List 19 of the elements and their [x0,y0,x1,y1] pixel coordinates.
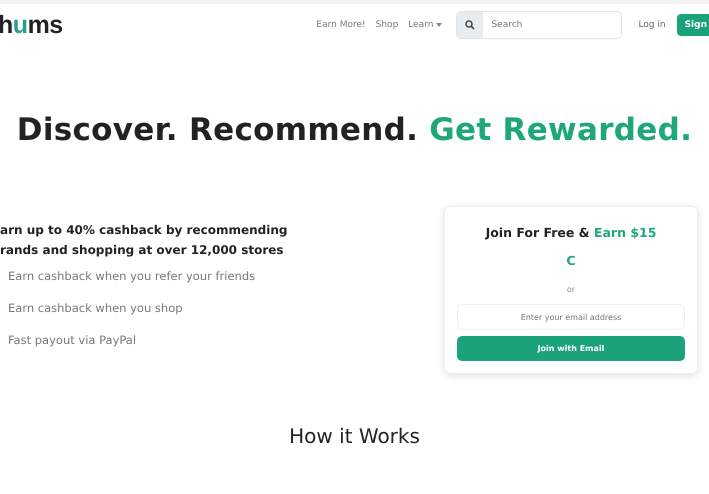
hero-heading: Discover. Recommend. Get Rewarded. [16,112,694,148]
login-link[interactable]: Log in [638,20,666,30]
caret-icon [436,23,442,27]
card-title: Join For Free & Earn $15 C [486,224,656,270]
nav-link[interactable]: Shop [376,20,398,30]
benefit-text: Fast payout via PayPal [8,332,138,349]
email-field[interactable]: Enter your email address [457,304,685,330]
benefit-text: Earn cashback when you refer your friends [8,268,256,285]
search-icon[interactable] [465,20,476,30]
or-divider-text: or [566,285,576,294]
section-title: How it Works [288,424,421,448]
join-button[interactable]: Join with Email [457,336,685,361]
logo[interactable]: hums [0,10,63,40]
nav-link[interactable]: Learn [408,20,442,30]
search-field[interactable]: Search [456,11,622,39]
benefit-text: Earn cashback when you shop [8,300,184,317]
pitch-text: arn up to 40% cashback by recommending rands and shopping at over 12,000 stores [0,222,288,259]
nav-link[interactable]: Earn More! [316,20,366,30]
signup-button[interactable]: Sign [676,14,709,36]
